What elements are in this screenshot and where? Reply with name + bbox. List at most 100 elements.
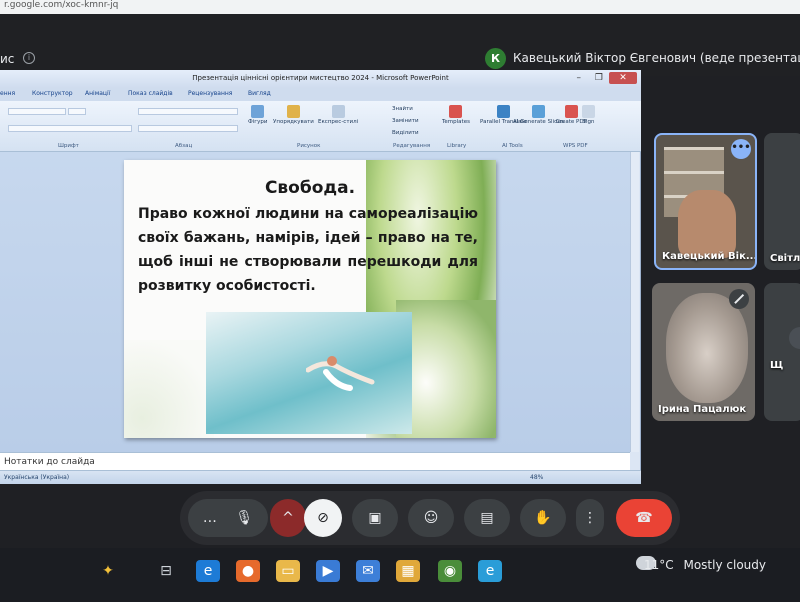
firefox-icon[interactable]: ● [236, 560, 260, 582]
group-ai-tools: AI Tools [502, 143, 523, 149]
shapes-button[interactable]: Фігури [248, 105, 267, 125]
more-options-icon[interactable]: ••• [731, 139, 751, 159]
arrange-label: Упорядкувати [273, 119, 314, 125]
slide-title: Свобода. [264, 178, 356, 198]
edge-dev-icon[interactable]: e [478, 560, 502, 582]
chevron-up-icon[interactable]: ^ [270, 499, 306, 537]
mic-off-icon [729, 289, 749, 309]
more-horizontal-icon: … [202, 510, 217, 526]
edge-icon[interactable]: e [196, 560, 220, 582]
find-label: Знайти [392, 106, 413, 112]
participant-tile[interactable]: Світл [764, 133, 800, 270]
ribbon: Фігури Упорядкувати Експрес-стилі Знайти… [0, 101, 641, 152]
arrange-button[interactable]: Упорядкувати [273, 105, 314, 125]
file-explorer-icon[interactable]: ▭ [276, 560, 300, 582]
captions-icon[interactable]: ▤ [464, 499, 510, 537]
meeting-controls: … 🎙 ^ ⊘ ▣ ☺ ▤ ✋ ⋮ ☎ [180, 491, 680, 545]
templates-button[interactable]: Templates [442, 105, 470, 125]
group-wps-pdf: WPS PDF [563, 143, 588, 149]
arrange-icon [286, 105, 300, 118]
slide-decoration-left [124, 340, 214, 438]
translate-icon [496, 105, 510, 118]
status-language: Українська (Україна) [4, 474, 70, 481]
close-icon[interactable]: ✕ [609, 72, 637, 84]
chrome-icon[interactable]: ◉ [438, 560, 462, 582]
task-view-icon[interactable]: ⊟ [154, 560, 178, 582]
paragraph-row-1[interactable] [138, 108, 238, 115]
store-icon[interactable]: ▦ [396, 560, 420, 582]
widgets-icon[interactable]: ✦ [96, 560, 120, 582]
tab-home[interactable]: ення [0, 90, 15, 97]
powerpoint-titlebar: Презентація ціннісні орієнтири мистецтво… [0, 70, 641, 88]
browser-address-bar[interactable]: r.google.com/xoc-kmnr-jq [0, 0, 800, 14]
more-vertical-icon[interactable]: ⋮ [576, 499, 604, 537]
replace-button[interactable]: Замінити [392, 118, 419, 124]
ribbon-tabs: ення Конструктор Анімації Показ слайдів … [0, 88, 641, 101]
slide-canvas[interactable]: Свобода. Право кожної людини на самореал… [124, 160, 496, 438]
camera-off-icon[interactable]: ⊘ [304, 499, 342, 537]
more-actions-button[interactable]: … 🎙 [188, 499, 268, 537]
group-paragraph: Абзац [175, 143, 193, 149]
group-editing: Редагування [393, 143, 431, 149]
vertical-scrollbar[interactable] [630, 152, 639, 452]
mail-icon[interactable]: ✉ [356, 560, 380, 582]
notes-pane[interactable]: Нотатки до слайда [0, 452, 630, 470]
participant-video [678, 190, 736, 258]
shapes-icon [251, 105, 265, 118]
meet-header: ис i К Кавецький Віктор Євгенович (веде … [0, 14, 800, 76]
minimize-icon[interactable]: – [577, 73, 582, 83]
emoji-icon[interactable]: ☺ [408, 499, 454, 537]
font-name-field[interactable] [8, 108, 66, 115]
font-size-field[interactable] [68, 108, 86, 115]
sign-icon [582, 105, 595, 118]
participant-tile[interactable]: ••• Кавецький Вік... [654, 133, 757, 270]
templates-label: Templates [442, 119, 470, 125]
notes-placeholder: Нотатки до слайда [4, 457, 95, 467]
tab-slideshow[interactable]: Показ слайдів [128, 90, 173, 97]
tab-review[interactable]: Рецензування [188, 90, 232, 97]
font-format-row[interactable] [8, 125, 132, 132]
participant-name: Ірина Пацалюк [658, 404, 747, 415]
participant-tile[interactable]: Ірина Пацалюк [652, 283, 755, 421]
participant-name: Кавецький Вік... [662, 251, 757, 262]
screen: r.google.com/xoc-kmnr-jq ис i К Кавецьки… [0, 0, 800, 602]
restore-icon[interactable]: ❐ [595, 73, 603, 83]
weather-temperature: 11°C [644, 558, 674, 572]
ai-slides-icon [531, 105, 545, 118]
zoom-level[interactable]: 48% [530, 474, 543, 481]
pdf-icon [564, 105, 578, 118]
sign-button[interactable]: Sign [582, 105, 595, 125]
presenter-avatar: К [485, 48, 506, 69]
quick-styles-icon [331, 105, 345, 118]
tab-design[interactable]: Конструктор [32, 90, 73, 97]
avatar [789, 327, 800, 349]
group-library: Library [447, 143, 467, 149]
tab-view[interactable]: Вигляд [248, 90, 271, 97]
weather-description: Mostly cloudy [683, 558, 766, 572]
participant-tile[interactable]: Щ [764, 283, 800, 421]
participant-name: Щ [770, 360, 784, 371]
raise-hand-icon[interactable]: ✋ [520, 499, 566, 537]
select-button[interactable]: Виділити [392, 130, 419, 136]
end-call-icon[interactable]: ☎ [616, 499, 672, 537]
present-screen-icon[interactable]: ▣ [352, 499, 398, 537]
group-drawing: Рисунок [297, 143, 321, 149]
paragraph-row-2[interactable] [138, 125, 238, 132]
shapes-label: Фігури [248, 119, 268, 125]
group-font: Шрифт [58, 143, 79, 149]
url-text: r.google.com/xoc-kmnr-jq [4, 0, 119, 10]
weather-widget[interactable]: 11°C Mostly cloudy [644, 558, 766, 572]
tab-animations[interactable]: Анімації [85, 90, 110, 97]
find-button[interactable]: Знайти [392, 106, 413, 112]
presenter-label: Кавецький Віктор Євгенович (веде презент… [513, 51, 800, 65]
quick-styles-label: Експрес-стилі [318, 119, 359, 125]
templates-icon [449, 105, 463, 118]
info-icon[interactable]: i [23, 52, 35, 64]
participant-video [666, 293, 748, 403]
participant-name: Світл [770, 253, 800, 264]
slide-photo [206, 312, 412, 434]
sign-label: Sign [582, 119, 595, 125]
quick-styles-button[interactable]: Експрес-стилі [318, 105, 358, 125]
select-label: Виділити [392, 130, 419, 136]
media-player-icon[interactable]: ▶ [316, 560, 340, 582]
